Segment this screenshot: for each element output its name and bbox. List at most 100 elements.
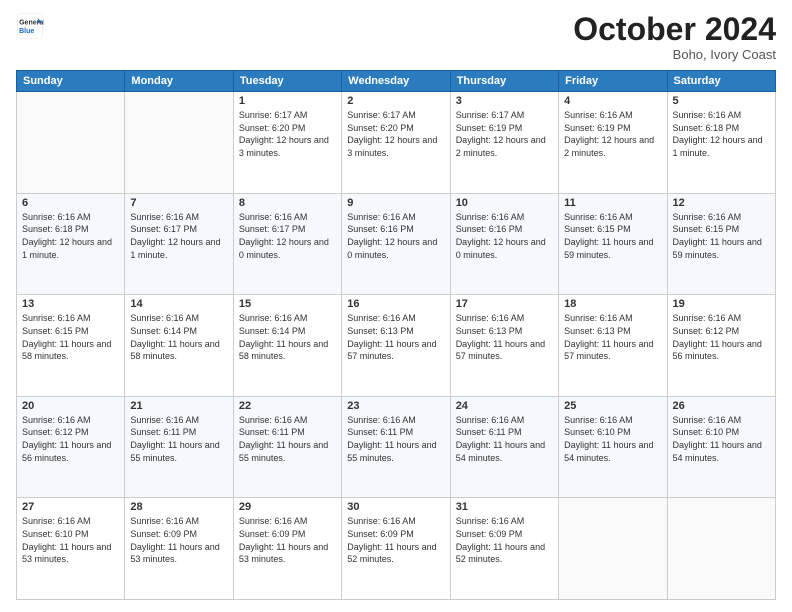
calendar-week-4: 20Sunrise: 6:16 AM Sunset: 6:12 PM Dayli…: [17, 396, 776, 498]
day-number: 25: [564, 400, 661, 412]
calendar-cell: 31 Sunrise: 6:16 AM Sunset: 6:09 PM Dayli…: [450, 498, 558, 600]
day-info: Sunrise: 6:16 AM Sunset: 6:12 PM Dayligh…: [673, 312, 770, 362]
weekday-header-tuesday: Tuesday: [233, 71, 341, 92]
day-info: Sunrise: 6:17 AM Sunset: 6:20 PM Dayligh…: [347, 109, 444, 159]
title-block: October 2024 Boho, Ivory Coast: [573, 12, 776, 62]
weekday-header-thursday: Thursday: [450, 71, 558, 92]
day-info: Sunrise: 6:16 AM Sunset: 6:15 PM Dayligh…: [673, 211, 770, 261]
calendar-cell: 26Sunrise: 6:16 AM Sunset: 6:10 PM Dayli…: [667, 396, 775, 498]
weekday-header-wednesday: Wednesday: [342, 71, 450, 92]
calendar-page: General Blue October 2024 Boho, Ivory Co…: [0, 0, 792, 612]
day-number: 5: [673, 95, 770, 107]
day-number: 9: [347, 197, 444, 209]
calendar-cell: 24 Sunrise: 6:16 AM Sunset: 6:11 PM Dayli…: [450, 396, 558, 498]
calendar-week-1: 1Sunrise: 6:17 AM Sunset: 6:20 PM Daylig…: [17, 92, 776, 194]
svg-text:Blue: Blue: [19, 28, 34, 35]
day-info: Sunrise: 6:16 AM Sunset: 6:11 PM Dayligh…: [456, 414, 553, 464]
day-info: Sunrise: 6:16 AM Sunset: 6:14 PM Dayligh…: [130, 312, 227, 362]
calendar-cell: 10 Sunrise: 6:16 AM Sunset: 6:16 PM Dayli…: [450, 193, 558, 295]
day-number: 22: [239, 400, 336, 412]
day-info: Sunrise: 6:16 AM Sunset: 6:18 PM Dayligh…: [673, 109, 770, 159]
day-number: 28: [130, 501, 227, 513]
day-info: Sunrise: 6:16 AM Sunset: 6:11 PM Dayligh…: [347, 414, 444, 464]
day-number: 17: [456, 298, 553, 310]
day-info: Sunrise: 6:16 AM Sunset: 6:17 PM Dayligh…: [130, 211, 227, 261]
calendar-week-2: 6 Sunrise: 6:16 AM Sunset: 6:18 PM Daylig…: [17, 193, 776, 295]
day-number: 14: [130, 298, 227, 310]
calendar-cell: 19Sunrise: 6:16 AM Sunset: 6:12 PM Dayli…: [667, 295, 775, 397]
calendar-cell: 7Sunrise: 6:16 AM Sunset: 6:17 PM Daylig…: [125, 193, 233, 295]
calendar-cell: 16Sunrise: 6:16 AM Sunset: 6:13 PM Dayli…: [342, 295, 450, 397]
weekday-header-monday: Monday: [125, 71, 233, 92]
day-info: Sunrise: 6:16 AM Sunset: 6:09 PM Dayligh…: [347, 515, 444, 565]
day-info: Sunrise: 6:16 AM Sunset: 6:10 PM Dayligh…: [22, 515, 119, 565]
day-info: Sunrise: 6:16 AM Sunset: 6:09 PM Dayligh…: [130, 515, 227, 565]
day-number: 8: [239, 197, 336, 209]
logo: General Blue: [16, 12, 44, 40]
calendar-cell: 13Sunrise: 6:16 AM Sunset: 6:15 PM Dayli…: [17, 295, 125, 397]
weekday-header-sunday: Sunday: [17, 71, 125, 92]
calendar-cell: 15Sunrise: 6:16 AM Sunset: 6:14 PM Dayli…: [233, 295, 341, 397]
day-info: Sunrise: 6:16 AM Sunset: 6:09 PM Dayligh…: [456, 515, 553, 565]
weekday-header-saturday: Saturday: [667, 71, 775, 92]
calendar-cell: [559, 498, 667, 600]
calendar-cell: 27 Sunrise: 6:16 AM Sunset: 6:10 PM Dayli…: [17, 498, 125, 600]
day-number: 10: [456, 197, 553, 209]
day-info: Sunrise: 6:16 AM Sunset: 6:13 PM Dayligh…: [564, 312, 661, 362]
calendar-cell: 21Sunrise: 6:16 AM Sunset: 6:11 PM Dayli…: [125, 396, 233, 498]
calendar-week-3: 13Sunrise: 6:16 AM Sunset: 6:15 PM Dayli…: [17, 295, 776, 397]
day-number: 6: [22, 197, 119, 209]
weekday-row: SundayMondayTuesdayWednesdayThursdayFrid…: [17, 71, 776, 92]
calendar-cell: 17Sunrise: 6:16 AM Sunset: 6:13 PM Dayli…: [450, 295, 558, 397]
day-number: 18: [564, 298, 661, 310]
day-number: 23: [347, 400, 444, 412]
day-info: Sunrise: 6:16 AM Sunset: 6:11 PM Dayligh…: [239, 414, 336, 464]
day-info: Sunrise: 6:16 AM Sunset: 6:13 PM Dayligh…: [347, 312, 444, 362]
day-info: Sunrise: 6:16 AM Sunset: 6:10 PM Dayligh…: [564, 414, 661, 464]
weekday-header-friday: Friday: [559, 71, 667, 92]
day-number: 15: [239, 298, 336, 310]
svg-text:General: General: [19, 19, 44, 26]
calendar-cell: 22 Sunrise: 6:16 AM Sunset: 6:11 PM Dayli…: [233, 396, 341, 498]
day-info: Sunrise: 6:16 AM Sunset: 6:16 PM Dayligh…: [456, 211, 553, 261]
calendar-cell: 4 Sunrise: 6:16 AM Sunset: 6:19 PM Daylig…: [559, 92, 667, 194]
calendar-cell: [17, 92, 125, 194]
calendar-cell: 3Sunrise: 6:17 AM Sunset: 6:19 PM Daylig…: [450, 92, 558, 194]
calendar-cell: 28 Sunrise: 6:16 AM Sunset: 6:09 PM Dayli…: [125, 498, 233, 600]
day-info: Sunrise: 6:16 AM Sunset: 6:15 PM Dayligh…: [564, 211, 661, 261]
day-info: Sunrise: 6:16 AM Sunset: 6:19 PM Dayligh…: [564, 109, 661, 159]
day-number: 4: [564, 95, 661, 107]
calendar-table: SundayMondayTuesdayWednesdayThursdayFrid…: [16, 70, 776, 600]
calendar-cell: 25 Sunrise: 6:16 AM Sunset: 6:10 PM Dayli…: [559, 396, 667, 498]
day-number: 2: [347, 95, 444, 107]
day-number: 21: [130, 400, 227, 412]
calendar-cell: 5 Sunrise: 6:16 AM Sunset: 6:18 PM Daylig…: [667, 92, 775, 194]
calendar-cell: 9 Sunrise: 6:16 AM Sunset: 6:16 PM Daylig…: [342, 193, 450, 295]
day-number: 30: [347, 501, 444, 513]
day-number: 27: [22, 501, 119, 513]
day-info: Sunrise: 6:16 AM Sunset: 6:18 PM Dayligh…: [22, 211, 119, 261]
location: Boho, Ivory Coast: [573, 47, 776, 62]
calendar-cell: [125, 92, 233, 194]
calendar-cell: 30 Sunrise: 6:16 AM Sunset: 6:09 PM Dayli…: [342, 498, 450, 600]
calendar-cell: 2 Sunrise: 6:17 AM Sunset: 6:20 PM Daylig…: [342, 92, 450, 194]
calendar-cell: [667, 498, 775, 600]
day-number: 11: [564, 197, 661, 209]
calendar-body: 1Sunrise: 6:17 AM Sunset: 6:20 PM Daylig…: [17, 92, 776, 600]
day-number: 29: [239, 501, 336, 513]
day-number: 24: [456, 400, 553, 412]
calendar-cell: 1Sunrise: 6:17 AM Sunset: 6:20 PM Daylig…: [233, 92, 341, 194]
day-info: Sunrise: 6:16 AM Sunset: 6:09 PM Dayligh…: [239, 515, 336, 565]
day-info: Sunrise: 6:17 AM Sunset: 6:20 PM Dayligh…: [239, 109, 336, 159]
day-number: 13: [22, 298, 119, 310]
day-info: Sunrise: 6:17 AM Sunset: 6:19 PM Dayligh…: [456, 109, 553, 159]
day-info: Sunrise: 6:16 AM Sunset: 6:12 PM Dayligh…: [22, 414, 119, 464]
calendar-cell: 18 Sunrise: 6:16 AM Sunset: 6:13 PM Dayli…: [559, 295, 667, 397]
calendar-cell: 11 Sunrise: 6:16 AM Sunset: 6:15 PM Dayli…: [559, 193, 667, 295]
header: General Blue October 2024 Boho, Ivory Co…: [16, 12, 776, 62]
calendar-cell: 6 Sunrise: 6:16 AM Sunset: 6:18 PM Daylig…: [17, 193, 125, 295]
day-info: Sunrise: 6:16 AM Sunset: 6:10 PM Dayligh…: [673, 414, 770, 464]
calendar-cell: 29 Sunrise: 6:16 AM Sunset: 6:09 PM Dayli…: [233, 498, 341, 600]
day-info: Sunrise: 6:16 AM Sunset: 6:16 PM Dayligh…: [347, 211, 444, 261]
day-number: 31: [456, 501, 553, 513]
